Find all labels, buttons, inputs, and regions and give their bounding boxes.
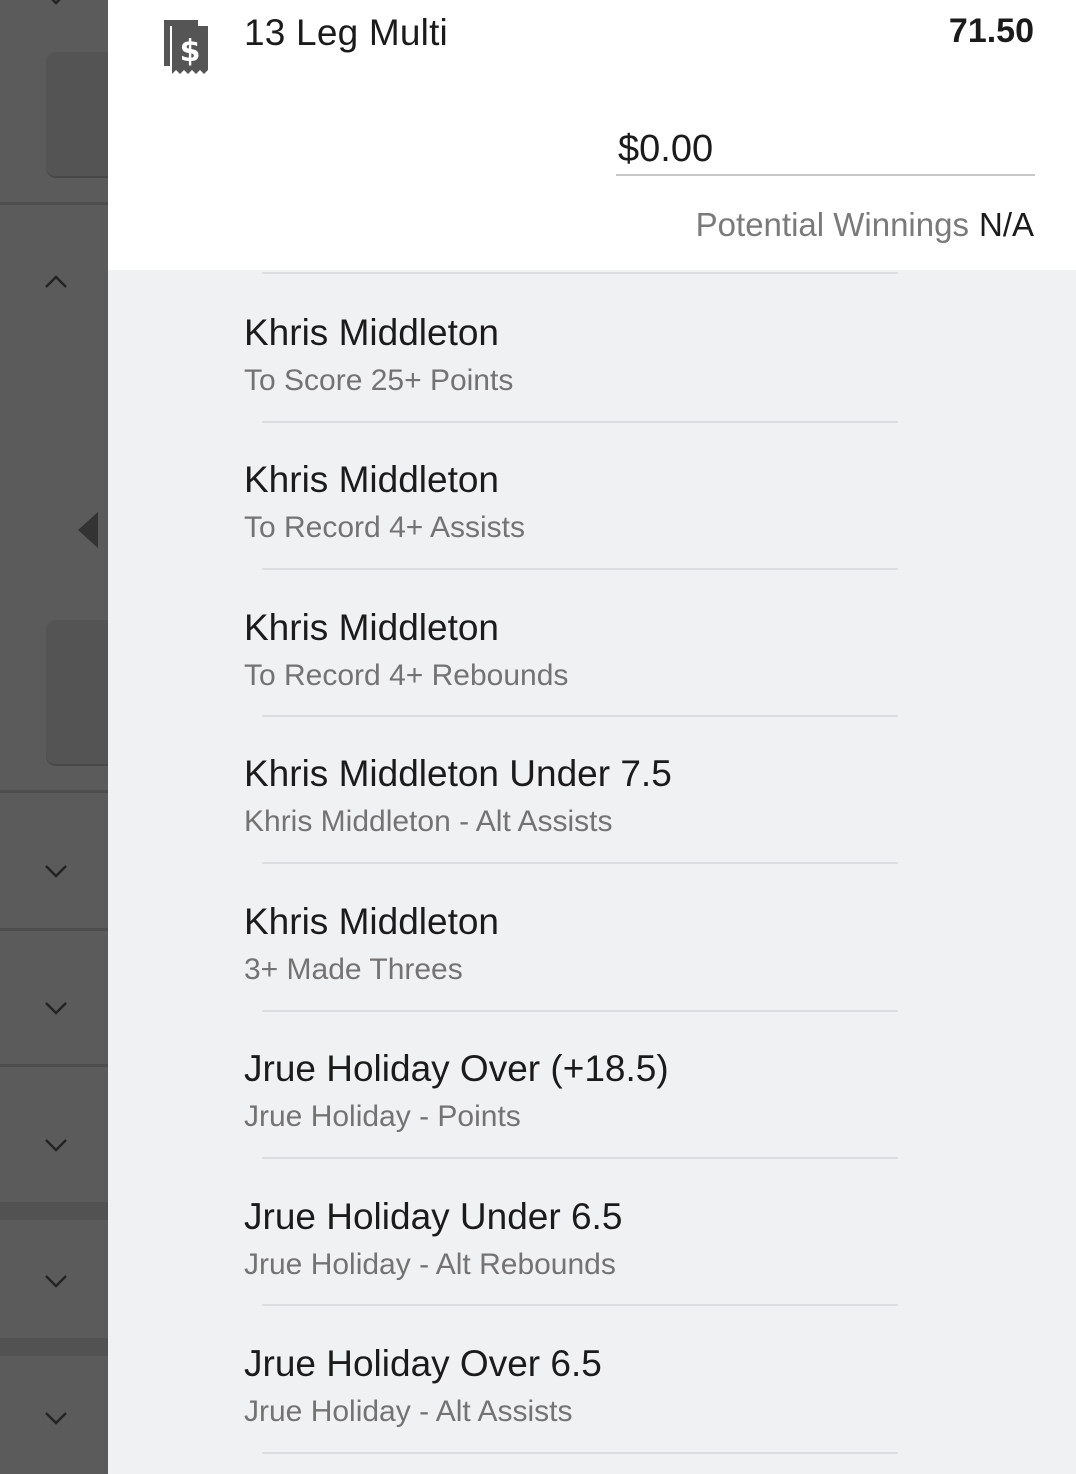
sidebar-divider (0, 928, 108, 931)
leg-selection: Khris Middleton (244, 901, 500, 942)
sidebar-divider (0, 1338, 108, 1356)
list-item[interactable]: Khris Middleton Under 7.5 Khris Middleto… (244, 753, 1024, 839)
svg-text:$: $ (180, 34, 201, 69)
list-item[interactable]: Jrue Holiday Over (+18.5) Jrue Holiday -… (244, 1048, 1024, 1134)
leg-selection: Jrue Holiday Under 6.5 (244, 1196, 623, 1237)
bet-title: 13 Leg Multi (244, 12, 448, 53)
chevron-down-icon[interactable] (43, 1271, 69, 1291)
leg-selection: Khris Middleton (244, 312, 500, 353)
chevron-down-icon[interactable] (43, 861, 69, 881)
leg-divider (262, 715, 898, 717)
multi-bet-header: $ 13 Leg Multi 71.50 Potential WinningsN… (108, 0, 1076, 270)
leg-selection: Jrue Holiday Over 6.5 (244, 1343, 602, 1384)
sidebar-card (46, 52, 108, 178)
leg-divider (262, 1304, 898, 1306)
list-item[interactable]: Jrue Holiday Over 6.5 Jrue Holiday - Alt… (244, 1343, 1024, 1429)
leg-selection: Khris Middleton Under 7.5 (244, 753, 672, 794)
leg-divider (262, 421, 898, 423)
leg-selection: Khris Middleton (244, 607, 500, 648)
potential-winnings: Potential Winnings N/A (696, 206, 1034, 244)
chevron-down-icon[interactable] (43, 998, 69, 1018)
list-item[interactable]: Jrue Holiday Under 6.5 Jrue Holiday - Al… (244, 1196, 1024, 1282)
sidebar-divider (0, 1064, 108, 1067)
chevron-down-icon[interactable] (43, 0, 69, 8)
leg-divider (262, 1010, 898, 1012)
leg-market: 3+ Made Threes (244, 953, 463, 986)
sidebar-divider (0, 790, 108, 793)
leg-market: Jrue Holiday - Alt Assists (244, 1395, 573, 1428)
list-item[interactable]: Khris Middleton To Record 4+ Assists (244, 459, 1024, 545)
receipt-dollar-icon: $ (158, 14, 214, 76)
chevron-down-icon[interactable] (43, 1408, 69, 1428)
potential-winnings-label: Potential Winnings (695, 206, 969, 243)
stake-input[interactable] (616, 124, 1035, 176)
chevron-down-icon[interactable] (43, 1135, 69, 1155)
list-item[interactable]: Khris Middleton To Record 4+ Rebounds (244, 607, 1024, 693)
list-item[interactable]: Khris Middleton 3+ Made Threes (244, 901, 1024, 987)
caret-left-icon[interactable] (78, 512, 98, 548)
left-panel-overlay (0, 0, 108, 1474)
leg-divider (262, 568, 898, 570)
leg-divider (262, 272, 898, 274)
leg-divider (262, 862, 898, 864)
leg-divider (262, 1157, 898, 1159)
bet-odds[interactable]: 71.50 (949, 12, 1034, 51)
sidebar-divider (0, 1202, 108, 1220)
potential-winnings-value: N/A (978, 206, 1034, 243)
leg-selection: Jrue Holiday Over (+18.5) (244, 1048, 669, 1089)
leg-market: Jrue Holiday - Alt Rebounds (244, 1248, 616, 1281)
chevron-up-icon[interactable] (43, 272, 69, 292)
leg-divider (262, 1452, 898, 1454)
leg-selection: Khris Middleton (244, 459, 500, 500)
list-item[interactable]: Khris Middleton To Score 25+ Points (244, 312, 1024, 398)
leg-market: Jrue Holiday - Points (244, 1100, 521, 1133)
leg-market: To Record 4+ Rebounds (244, 659, 569, 692)
leg-market: Khris Middleton - Alt Assists (244, 805, 613, 838)
leg-market: To Record 4+ Assists (244, 511, 525, 544)
sidebar-card (46, 620, 108, 766)
leg-market: To Score 25+ Points (244, 364, 514, 397)
sidebar-divider (0, 202, 108, 205)
